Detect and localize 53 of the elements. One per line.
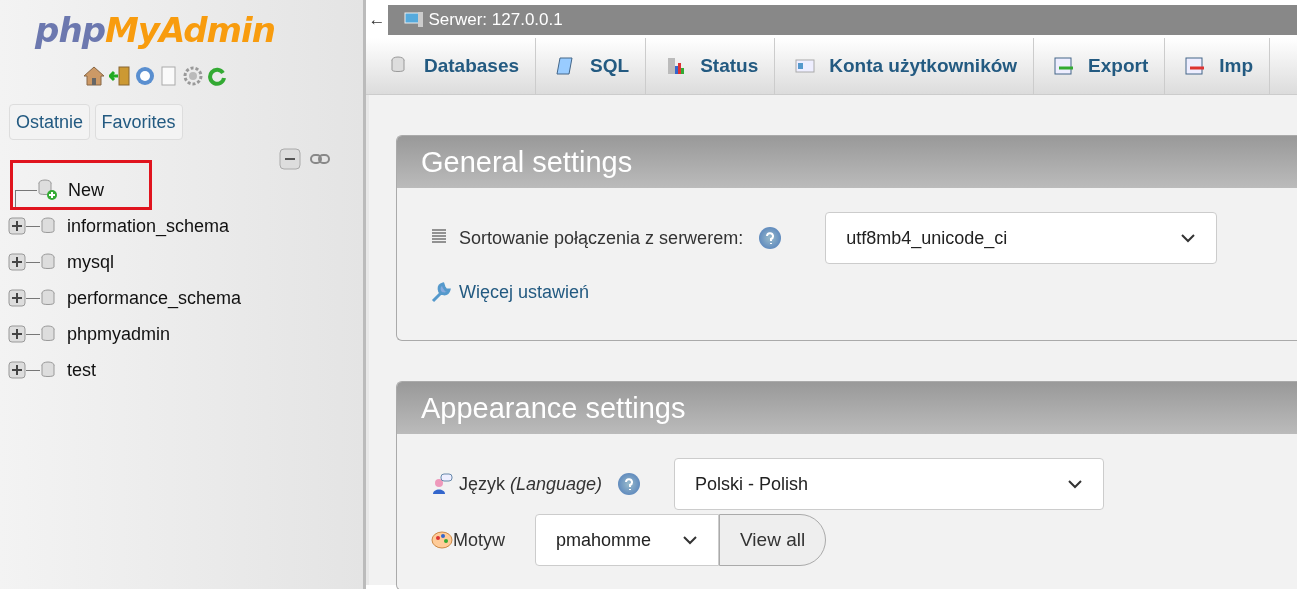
reload-icon[interactable] (207, 66, 227, 86)
database-icon (40, 253, 58, 271)
nav-tab[interactable]: Export (1088, 51, 1149, 81)
home-icon[interactable] (83, 66, 105, 86)
exit-door-icon[interactable] (109, 66, 131, 86)
field-label: Motyw (453, 528, 505, 552)
logo[interactable]: phpMyAdmin (0, 8, 310, 52)
bar-chart-icon (666, 56, 687, 76)
expand-icon[interactable] (8, 361, 26, 379)
tab-button[interactable]: Ostatnie (9, 104, 91, 140)
database-icon (40, 361, 58, 379)
server-icon (404, 11, 424, 29)
server-breadcrumb[interactable]: Serwer: 127.0.0.1 (428, 7, 563, 33)
panel-title: General settings (397, 136, 1297, 188)
chevron-down-icon (1067, 479, 1084, 489)
collapse-all-icon[interactable] (279, 148, 301, 170)
tab-button[interactable]: Favorites (94, 104, 183, 140)
link-icon[interactable] (310, 153, 330, 165)
nav-tab[interactable]: SQL (590, 51, 630, 81)
expand-icon[interactable] (8, 253, 26, 271)
database-link[interactable]: information_schema (67, 212, 230, 240)
field-label: Język (Language) (459, 472, 603, 496)
expand-icon[interactable] (8, 217, 26, 235)
new-database-icon (37, 179, 59, 201)
back-button[interactable]: ← (366, 5, 388, 35)
person-chat-icon (431, 473, 453, 495)
view-all-button[interactable]: View all (719, 514, 827, 566)
nav-tab[interactable]: Status (700, 51, 759, 81)
chevron-down-icon (1180, 233, 1197, 243)
select-field[interactable]: pmahomme (535, 514, 719, 566)
expand-icon[interactable] (8, 289, 26, 307)
select-field[interactable]: Polski - Polish (674, 458, 1105, 510)
database-icon (40, 217, 58, 235)
id-card-icon (795, 56, 816, 76)
database-link[interactable]: test (67, 356, 96, 384)
palette-icon (431, 529, 453, 551)
new-database-link[interactable]: New (68, 176, 104, 204)
nav-tab[interactable]: Imp (1219, 51, 1254, 81)
field-label: Sortowanie połączenia z serwerem: (459, 226, 744, 250)
nav-tab[interactable]: Databases (424, 51, 520, 81)
panel-title: Appearance settings (397, 382, 1297, 434)
settings-link[interactable]: Więcej ustawień (459, 278, 590, 306)
wrench-icon (431, 281, 453, 303)
database-icon (40, 289, 58, 307)
select-field[interactable]: utf8mb4_unicode_ci (825, 212, 1218, 264)
database-link[interactable]: mysql (67, 248, 114, 276)
database-link[interactable]: phpmyadmin (67, 320, 171, 348)
nav-tab[interactable]: Konta użytkowników (829, 51, 1018, 81)
database-link[interactable]: performance_schema (67, 284, 242, 312)
expand-icon[interactable] (8, 325, 26, 343)
chevron-down-icon (682, 535, 698, 545)
database-icon (40, 325, 58, 343)
gear-icon[interactable] (183, 66, 203, 86)
